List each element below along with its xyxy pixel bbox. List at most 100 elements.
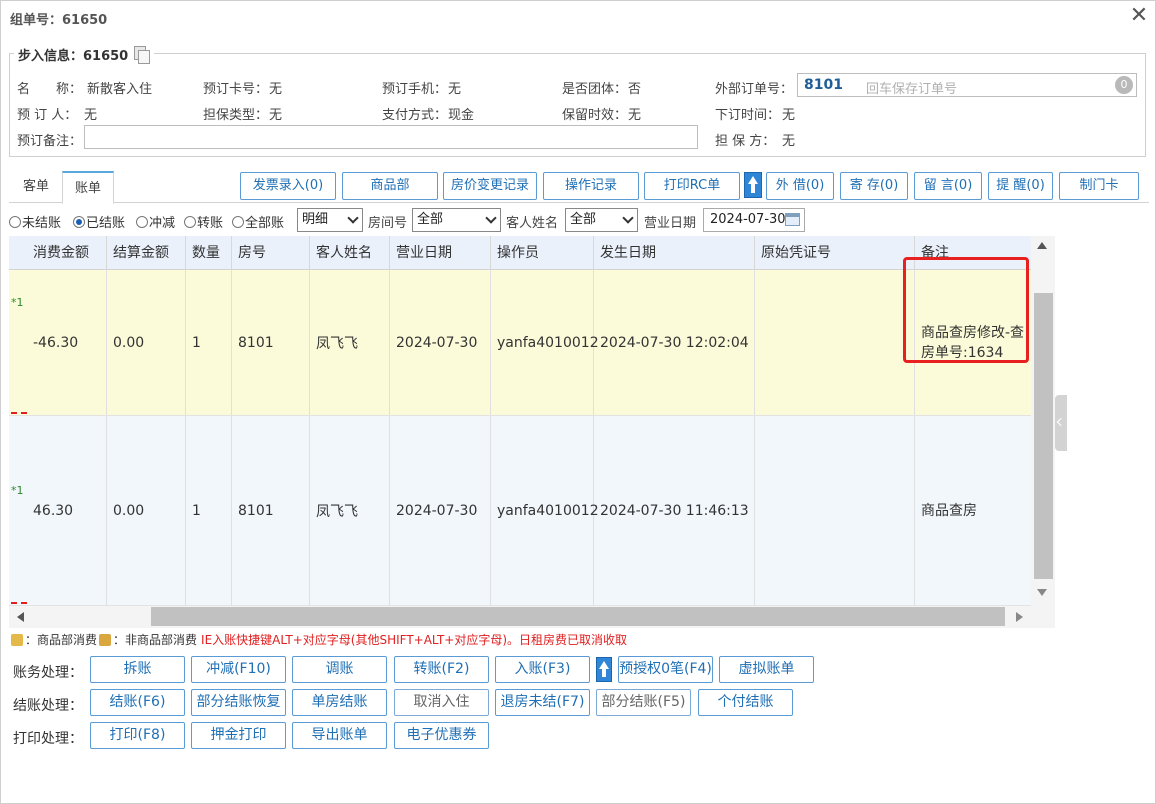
col-settle[interactable]: 结算金额 [107, 236, 186, 270]
single-room-checkout-button[interactable]: 单房结账 [292, 689, 387, 716]
radio-dot [184, 215, 196, 228]
guarantor-value: 无 [782, 134, 796, 149]
radio-dot [9, 215, 21, 228]
room-label: 房间号 [368, 216, 408, 231]
guest-select[interactable]: 全部 [565, 208, 638, 232]
radio-offset[interactable]: 冲减 [136, 212, 175, 231]
calendar-icon[interactable] [785, 213, 800, 226]
collapse-handle-icon[interactable] [1055, 395, 1067, 451]
col-qty[interactable]: 数量 [186, 236, 232, 270]
room-select[interactable]: 全部 [412, 208, 501, 232]
col-occur-date[interactable]: 发生日期 [594, 236, 755, 270]
cell-biz-date: 2024-07-30 [390, 416, 491, 605]
row-separator-mark [11, 412, 27, 414]
post-charge-button[interactable]: 入账(F3) [495, 656, 590, 683]
cell-settle: 0.00 [107, 270, 186, 415]
deposit-print-button[interactable]: 押金打印 [191, 722, 286, 749]
lend-button[interactable]: 外 借(0) [766, 172, 834, 200]
partial-checkout-button[interactable]: 部分结账(F5) [596, 689, 691, 716]
rate-change-log-button[interactable]: 房价变更记录 [443, 172, 537, 200]
name-value: 新散客入住 [87, 82, 153, 97]
scroll-down-icon[interactable] [1037, 589, 1047, 596]
col-biz-date[interactable]: 营业日期 [390, 236, 491, 270]
virtual-bill-button[interactable]: 虚拟账单 [719, 656, 814, 683]
cell-voucher [755, 416, 915, 605]
ext-order-label: 外部订单号： [715, 82, 794, 97]
tab-bill[interactable]: 账单 [62, 171, 115, 204]
table-header: 消费金额 结算金额 数量 房号 客人姓名 营业日期 操作员 发生日期 原始凭证号… [9, 236, 1031, 270]
bill-dialog: 组单号：61650 ✕ 步入信息：61650 名 称： 新散客入住 预订卡号： … [0, 0, 1156, 804]
up-arrow-icon[interactable] [596, 657, 612, 682]
cell-qty: 1 [186, 416, 232, 605]
close-icon[interactable]: ✕ [1129, 5, 1149, 27]
phone-label: 预订手机： [382, 82, 448, 97]
make-key-card-button[interactable]: 制门卡 [1059, 172, 1139, 200]
detail-select[interactable]: 明细 [297, 208, 363, 232]
cell-amount: 46.30 [27, 416, 107, 605]
row-marker: *1 [11, 484, 24, 497]
remark-label: 预订备注： [17, 134, 83, 149]
legend-line: ：商品部消费 ：非商品部消费 IE入账快捷键ALT+对应字母(其他SHIFT+A… [11, 631, 627, 648]
cell-voucher [755, 270, 915, 415]
col-note[interactable]: 备注 [915, 236, 1031, 270]
tab-divider [9, 202, 1149, 203]
col-room[interactable]: 房号 [232, 236, 310, 270]
ext-order-input[interactable] [797, 73, 1137, 97]
card-label: 预订卡号： [203, 82, 269, 97]
non-goods-icon [99, 633, 112, 646]
scroll-right-icon[interactable] [1016, 612, 1023, 622]
radio-unsettled[interactable]: 未结账 [9, 212, 61, 231]
booker-label: 预 订 人： [17, 108, 78, 123]
storage-button[interactable]: 寄 存(0) [840, 172, 908, 200]
cell-qty: 1 [186, 270, 232, 415]
print-button[interactable]: 打印(F8) [90, 722, 185, 749]
individual-pay-button[interactable]: 个付结账 [698, 689, 793, 716]
operation-log-button[interactable]: 操作记录 [543, 172, 639, 200]
horizontal-scroll-thumb[interactable] [151, 607, 1005, 626]
invoice-entry-button[interactable]: 发票录入(0) [240, 172, 336, 200]
e-coupon-button[interactable]: 电子优惠券 [394, 722, 489, 749]
table-row[interactable]: *1 -46.30 0.00 1 8101 凤飞飞 2024-07-30 yan… [9, 270, 1031, 416]
table-row[interactable]: *1 46.30 0.00 1 8101 凤飞飞 2024-07-30 yanf… [9, 416, 1031, 606]
col-voucher[interactable]: 原始凭证号 [755, 236, 915, 270]
name-label: 名 称： [17, 82, 83, 97]
ext-order-placeholder: 回车保存订单号 [866, 82, 958, 97]
clear-icon[interactable]: 0 [1115, 76, 1133, 94]
card-value: 无 [269, 82, 283, 97]
vertical-scroll-thumb[interactable] [1034, 293, 1053, 579]
checkout-button[interactable]: 结账(F6) [90, 689, 185, 716]
col-amount[interactable]: 消费金额 [27, 236, 107, 270]
message-button[interactable]: 留 言(0) [914, 172, 982, 200]
dialog-title: 组单号：61650 [10, 13, 108, 28]
radio-transfer[interactable]: 转账 [184, 212, 223, 231]
booking-info-legend: 步入信息：61650 [14, 44, 155, 64]
cell-operator: yanfa4010012 [491, 270, 599, 415]
scroll-left-icon[interactable] [17, 612, 24, 622]
adjust-button[interactable]: 调账 [292, 656, 387, 683]
scroll-up-icon[interactable] [1037, 242, 1047, 249]
radio-all[interactable]: 全部账 [232, 212, 284, 231]
radio-settled[interactable]: 已结账 [73, 212, 125, 231]
reminder-button[interactable]: 提 醒(0) [988, 172, 1053, 200]
pay-label: 支付方式： [382, 108, 448, 123]
transfer-button[interactable]: 转账(F2) [394, 656, 489, 683]
preauth-button[interactable]: 预授权0笔(F4) [618, 656, 713, 683]
goods-dept-button[interactable]: 商品部 [342, 172, 438, 200]
cancel-checkin-button[interactable]: 取消入住 [394, 689, 489, 716]
cell-settle: 0.00 [107, 416, 186, 605]
export-bill-button[interactable]: 导出账单 [292, 722, 387, 749]
checkout-unsettled-button[interactable]: 退房未结(F7) [495, 689, 590, 716]
cell-room: 8101 [232, 270, 310, 415]
split-bill-button[interactable]: 拆账 [90, 656, 185, 683]
col-guest[interactable]: 客人姓名 [310, 236, 390, 270]
cell-guest: 凤飞飞 [310, 270, 390, 415]
print-rc-button[interactable]: 打印RC单 [644, 172, 740, 200]
offset-button[interactable]: 冲减(F10) [191, 656, 286, 683]
up-arrow-icon[interactable] [744, 172, 762, 198]
partial-checkout-restore-button[interactable]: 部分结账恢复 [191, 689, 286, 716]
cell-room: 8101 [232, 416, 310, 605]
remark-input[interactable] [84, 125, 698, 149]
copy-icon[interactable] [132, 45, 151, 64]
tab-guest[interactable]: 客单 [11, 171, 61, 203]
col-operator[interactable]: 操作员 [491, 236, 594, 270]
